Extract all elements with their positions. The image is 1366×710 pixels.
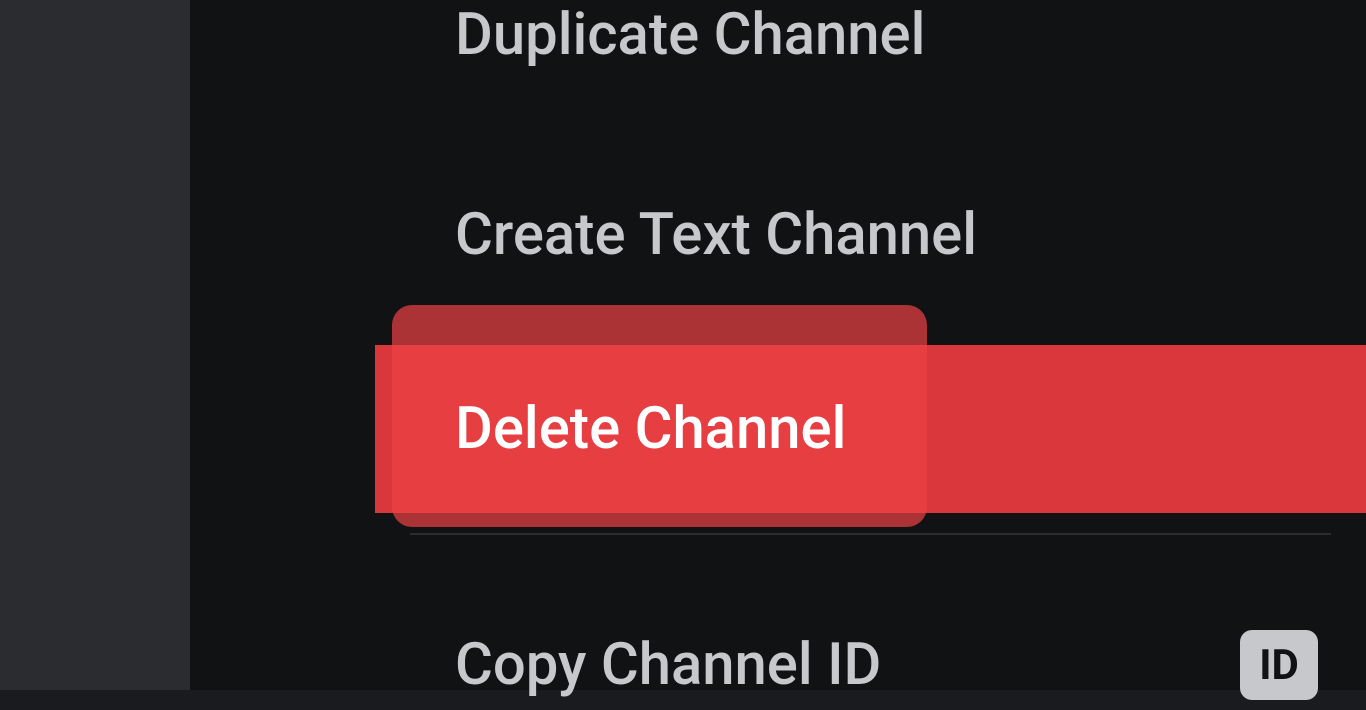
delete-channel-label: Delete Channel bbox=[425, 395, 846, 463]
delete-channel-item[interactable]: Delete Channel bbox=[375, 345, 1366, 513]
duplicate-channel-label: Duplicate Channel bbox=[455, 1, 925, 69]
channel-context-menu: Duplicate Channel Create Text Channel De… bbox=[375, 0, 1366, 690]
create-text-channel-label: Create Text Channel bbox=[455, 201, 977, 269]
copy-channel-id-item[interactable]: Copy Channel ID ID bbox=[375, 620, 1366, 710]
panel-divider bbox=[190, 0, 375, 690]
create-text-channel-item[interactable]: Create Text Channel bbox=[375, 185, 1366, 285]
sidebar-background bbox=[0, 0, 190, 690]
menu-separator bbox=[410, 533, 1331, 535]
copy-channel-id-label: Copy Channel ID bbox=[455, 631, 881, 699]
duplicate-channel-item[interactable]: Duplicate Channel bbox=[375, 0, 1366, 85]
